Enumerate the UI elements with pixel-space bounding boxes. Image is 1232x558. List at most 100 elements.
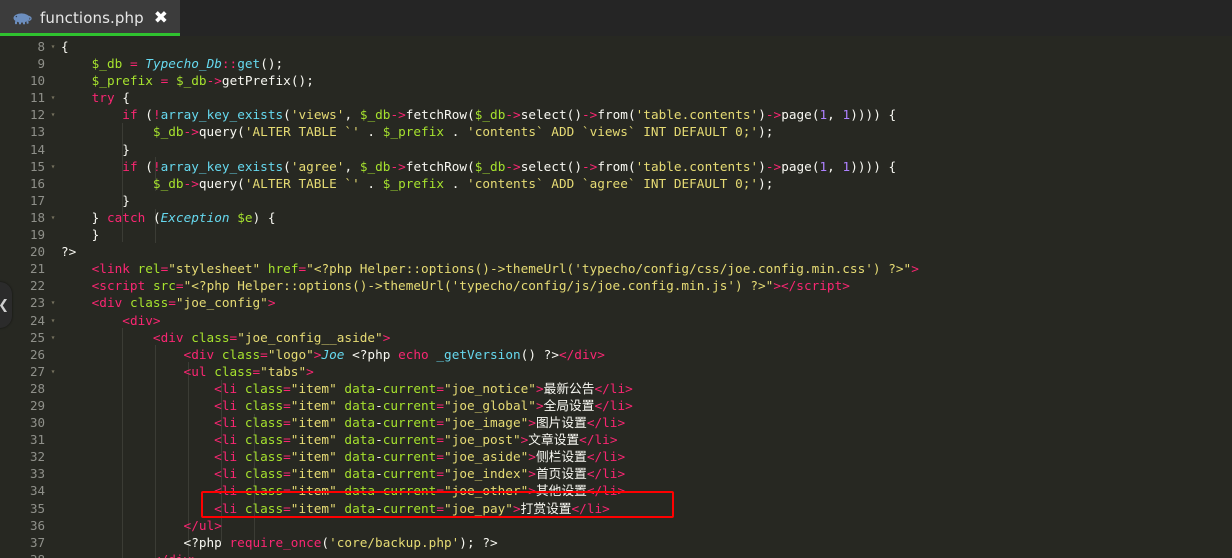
code-line[interactable]: 25 ▾ <div class="joe_config__aside"> xyxy=(0,328,1232,346)
tab-functions-php[interactable]: functions.php ✖ xyxy=(0,0,180,36)
line-number: 14 xyxy=(0,140,48,158)
code-line[interactable]: 38 </div> xyxy=(0,550,1232,558)
code-line[interactable]: 9 $_db = Typecho_Db::get(); xyxy=(0,55,1232,73)
code-text: $_db = Typecho_Db::get(); xyxy=(91,56,284,72)
code-text: <li class="item" data-current="joe_post"… xyxy=(214,432,618,448)
line-number: 19 xyxy=(0,226,48,244)
code-line[interactable]: 35 <li class="item" data-current="joe_pa… xyxy=(0,499,1232,517)
code-lines: 8 ▾{9 $_db = Typecho_Db::get(); 10 $_prefi… xyxy=(0,38,1232,558)
code-text: <li class="item" data-current="joe_pay">… xyxy=(214,500,610,516)
line-number: 8 ▾ xyxy=(0,38,55,56)
line-number: 16 xyxy=(0,174,48,192)
code-line[interactable]: 33 <li class="item" data-current="joe_in… xyxy=(0,465,1232,483)
code-line[interactable]: 18 ▾ } catch (Exception $e) { xyxy=(0,208,1232,227)
code-text: ?> xyxy=(61,244,77,260)
code-text: } xyxy=(122,141,130,157)
code-text: <li class="item" data-current="joe_globa… xyxy=(214,397,633,413)
code-text: <ul class="tabs"> xyxy=(183,363,314,379)
code-text: if (!array_key_exists('views', $_db->fet… xyxy=(122,107,897,123)
code-text: <div class="joe_config__aside"> xyxy=(152,329,391,345)
line-number: 25 ▾ xyxy=(0,328,55,346)
code-text: $_db->query('ALTER TABLE `' . $_prefix .… xyxy=(152,175,774,191)
line-number: 9 xyxy=(0,55,48,73)
line-number: 26 xyxy=(0,345,48,363)
code-text: <li class="item" data-current="joe_notic… xyxy=(214,380,633,396)
line-number: 28 xyxy=(0,379,48,397)
line-number: 12 ▾ xyxy=(0,106,55,124)
code-line[interactable]: 16 $_db->query('ALTER TABLE `' . $_prefi… xyxy=(0,174,1232,192)
code-line[interactable]: 23 ▾ <div class="joe_config"> xyxy=(0,294,1232,312)
code-text: <link rel="stylesheet" href="<?php Helpe… xyxy=(91,261,919,277)
code-text: <li class="item" data-current="joe_other… xyxy=(214,483,626,499)
code-text: { xyxy=(61,39,69,54)
code-text: <div> xyxy=(122,312,161,328)
line-number: 10 xyxy=(0,72,48,90)
line-number: 15 ▾ xyxy=(0,157,55,175)
code-line[interactable]: 20 ?> xyxy=(0,243,1232,261)
code-line[interactable]: 32 <li class="item" data-current="joe_as… xyxy=(0,448,1232,466)
code-text: <script src="<?php Helper::options()->th… xyxy=(91,278,850,294)
code-text: <div class="joe_config"> xyxy=(91,295,276,311)
code-text: } xyxy=(122,192,130,208)
code-line[interactable]: 11 ▾ try { xyxy=(0,89,1232,107)
sidebar-collapse-handle[interactable]: ❮ xyxy=(0,282,12,328)
code-line[interactable]: 17 } xyxy=(0,191,1232,209)
code-text: try { xyxy=(91,90,130,106)
code-text: <li class="item" data-current="joe_aside… xyxy=(214,449,626,465)
code-text: <li class="item" data-current="joe_image… xyxy=(214,415,626,431)
line-number: 13 xyxy=(0,123,48,141)
line-number: 37 xyxy=(0,533,48,551)
code-line[interactable]: 8 ▾ { xyxy=(0,38,1232,56)
line-number: 27 ▾ xyxy=(0,362,55,380)
code-line[interactable]: 21 <link rel="stylesheet" href="<?php He… xyxy=(0,260,1232,278)
php-elephant-icon xyxy=(12,12,32,25)
code-line[interactable]: 29 <li class="item" data-current="joe_gl… xyxy=(0,396,1232,415)
code-text: if (!array_key_exists('agree', $_db->fet… xyxy=(122,158,897,174)
code-line[interactable]: 34 <li class="item" data-current="joe_ot… xyxy=(0,482,1232,500)
code-text: } xyxy=(91,227,100,243)
line-number: 31 xyxy=(0,431,48,449)
code-text: $_prefix = $_db->getPrefix(); xyxy=(91,73,314,89)
code-line[interactable]: 30 <li class="item" data-current="joe_im… xyxy=(0,414,1232,432)
line-number: 33 xyxy=(0,465,48,483)
line-number: 11 ▾ xyxy=(0,89,55,107)
code-line[interactable]: 10 $_prefix = $_db->getPrefix(); xyxy=(0,72,1232,90)
chevron-left-icon: ❮ xyxy=(0,299,9,312)
code-line[interactable]: 14 } xyxy=(0,140,1232,158)
code-line[interactable]: 37 <?php require_once('core/backup.php')… xyxy=(0,533,1232,551)
code-line[interactable]: 28 <li class="item" data-current="joe_no… xyxy=(0,379,1232,397)
line-number: 34 xyxy=(0,482,48,500)
line-number: 20 xyxy=(0,243,48,261)
line-number: 35 xyxy=(0,499,48,517)
code-line[interactable]: 22 <script src="<?php Helper::options()-… xyxy=(0,277,1232,295)
line-number: 36 xyxy=(0,516,48,534)
line-number: 21 xyxy=(0,260,48,278)
code-text: </ul> xyxy=(183,517,222,533)
code-text: $_db->query('ALTER TABLE `' . $_prefix .… xyxy=(152,124,774,140)
tab-label: functions.php xyxy=(40,9,144,27)
code-editor[interactable]: 8 ▾{9 $_db = Typecho_Db::get(); 10 $_prefi… xyxy=(0,36,1232,558)
line-number: 38 xyxy=(0,550,48,558)
code-text: } catch (Exception $e) { xyxy=(91,209,276,225)
line-number: 32 xyxy=(0,448,48,466)
tab-bar: functions.php ✖ xyxy=(0,0,1232,36)
line-number: 29 xyxy=(0,396,48,415)
code-line[interactable]: 31 <li class="item" data-current="joe_po… xyxy=(0,431,1232,449)
code-text: </div> xyxy=(48,551,1232,558)
editor-window: functions.php ✖ 8 ▾ {9 $_db = Typecho_Db::… xyxy=(0,0,1232,558)
code-line[interactable]: 12 ▾ if (!array_key_exists('views', $_db-… xyxy=(0,106,1232,124)
line-number: 30 xyxy=(0,414,48,432)
code-line[interactable]: 15 ▾ if (!array_key_exists('agree', $_db-… xyxy=(0,157,1232,175)
line-number: 17 xyxy=(0,191,48,209)
code-line[interactable]: 19 } xyxy=(0,226,1232,244)
close-icon[interactable]: ✖ xyxy=(154,9,168,27)
code-text: <li class="item" data-current="joe_index… xyxy=(214,466,626,482)
code-line[interactable]: 26 <div class="logo">Joe <?php echo _get… xyxy=(0,345,1232,363)
code-text: <?php require_once('core/backup.php'); ?… xyxy=(183,534,498,550)
code-line[interactable]: 27 ▾ <ul class="tabs"> xyxy=(0,362,1232,380)
code-text: <div class="logo">Joe <?php echo _getVer… xyxy=(183,346,605,362)
code-line[interactable]: 24 ▾ <div> xyxy=(0,311,1232,329)
code-line[interactable]: 13 $_db->query('ALTER TABLE `' . $_prefi… xyxy=(0,123,1232,141)
line-number: 18 ▾ xyxy=(0,208,55,227)
code-line[interactable]: 36 </ul> xyxy=(0,516,1232,534)
